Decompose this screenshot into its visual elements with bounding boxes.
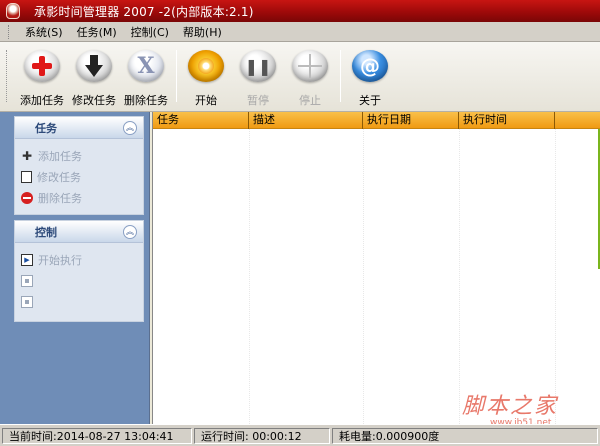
sidebar-item-label: 开始执行 [38,253,82,267]
sidebar-item-label: 删除任务 [38,191,82,205]
grid-line [459,129,460,424]
watermark: 脚本之家 www.jb51.net [462,388,592,428]
about-label: 关于 [359,94,381,107]
edit-task-label: 修改任务 [72,94,116,107]
about-at-icon: @ [352,50,388,82]
sidebar-item-pause[interactable] [21,270,143,291]
column-header-filler [555,112,600,129]
control-group-header[interactable]: 控制 ︽ [15,221,143,243]
menu-system[interactable]: 系统(S) [23,23,65,41]
status-current-time: 当前时间:2014-08-27 13:04:41 [2,427,192,444]
edit-arrow-icon [76,50,112,82]
grid-line [555,129,556,424]
menu-task[interactable]: 任务(M) [75,23,119,41]
task-group-body: ✚ 添加任务 修改任务 删除任务 [15,139,143,214]
menu-help[interactable]: 帮助(H) [181,23,224,41]
title-bar[interactable]: 承影时间管理器 2007 -2(内部版本:2.1) [0,0,600,22]
delete-icon [21,191,33,204]
stop-label: 停止 [299,94,321,107]
pause-icon: ❚❚ [240,50,276,82]
pause-label: 暂停 [247,94,269,107]
sidebar-item-edit-task[interactable]: 修改任务 [21,166,143,187]
task-list-header: 任务 描述 执行日期 执行时间 [153,112,600,129]
stop-button[interactable]: 停止 [284,48,336,108]
sidebar: 任务 ︽ ✚ 添加任务 修改任务 删除任务 控制 ︽ ▶ 开始执行 [0,112,150,424]
edit-icon [21,170,32,183]
pause-small-icon [21,274,33,287]
edit-task-button[interactable]: 修改任务 [68,48,120,108]
grid-line [249,129,250,424]
add-icon [24,50,60,82]
sidebar-item-label: 添加任务 [38,149,82,163]
toolbar-separator [340,50,341,102]
control-group-title: 控制 [35,225,57,239]
column-header-time[interactable]: 执行时间 [459,112,555,129]
task-group-title: 任务 [35,121,57,135]
app-logo-icon[interactable] [6,3,20,19]
control-group-collapse-icon[interactable]: ︽ [123,224,137,239]
task-group-collapse-icon[interactable]: ︽ [123,120,137,135]
pause-button[interactable]: ❚❚ 暂停 [232,48,284,108]
menu-control[interactable]: 控制(C) [129,23,171,41]
stop-icon [292,50,328,82]
delete-x-icon: X [128,50,164,82]
sidebar-item-stop[interactable] [21,291,143,312]
column-header-task[interactable]: 任务 [153,112,249,129]
sidebar-item-add-task[interactable]: ✚ 添加任务 [21,145,143,166]
watermark-main: 脚本之家 [462,394,559,419]
add-task-label: 添加任务 [20,94,64,107]
status-power: 耗电量:0.000900度 [332,427,598,444]
control-group-body: ▶ 开始执行 [15,243,143,321]
play-icon: ▶ [21,253,33,266]
sidebar-item-label: 修改任务 [37,170,81,184]
delete-task-label: 删除任务 [124,94,168,107]
task-group-header[interactable]: 任务 ︽ [15,117,143,139]
plus-icon: ✚ [21,148,33,163]
control-group: 控制 ︽ ▶ 开始执行 [14,220,144,322]
delete-task-button[interactable]: X 删除任务 [120,48,172,108]
sidebar-item-start[interactable]: ▶ 开始执行 [21,249,143,270]
column-header-date[interactable]: 执行日期 [363,112,459,129]
menu-grip[interactable] [8,24,11,39]
window-title: 承影时间管理器 2007 -2(内部版本:2.1) [34,4,254,19]
toolbar: 添加任务 修改任务 X 删除任务 开始 ❚❚ 暂停 停止 @ 关于 [0,42,600,112]
start-disc-icon [188,50,224,82]
grid-line [363,129,364,424]
sidebar-item-delete-task[interactable]: 删除任务 [21,187,143,208]
toolbar-separator [176,50,177,102]
task-list-body[interactable] [153,129,600,424]
about-button[interactable]: @ 关于 [344,48,396,108]
column-header-description[interactable]: 描述 [249,112,363,129]
toolbar-grip[interactable] [6,50,9,102]
task-list[interactable]: 任务 描述 执行日期 执行时间 [152,112,600,424]
app-window: 承影时间管理器 2007 -2(内部版本:2.1) 系统(S) 任务(M) 控制… [0,0,600,446]
add-task-button[interactable]: 添加任务 [16,48,68,108]
start-label: 开始 [195,94,217,107]
task-group: 任务 ︽ ✚ 添加任务 修改任务 删除任务 [14,116,144,215]
stop-small-icon [21,295,33,308]
status-bar: 当前时间:2014-08-27 13:04:41 运行时间: 00:00:12 … [0,424,600,446]
status-run-time: 运行时间: 00:00:12 [194,427,330,444]
menu-bar: 系统(S) 任务(M) 控制(C) 帮助(H) [0,22,600,42]
start-button[interactable]: 开始 [180,48,232,108]
